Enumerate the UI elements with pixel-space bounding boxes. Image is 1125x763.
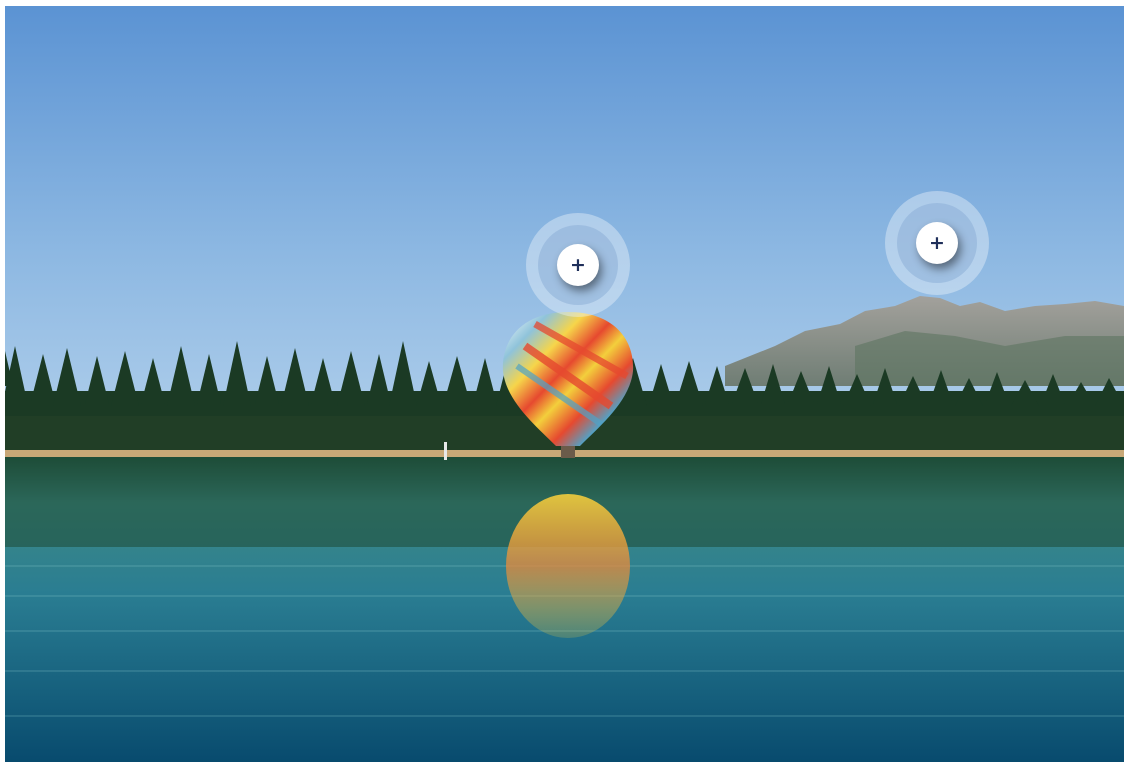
hotspot-balloon-button[interactable]: +: [557, 244, 599, 286]
lake-balloon-photo: [5, 6, 1124, 762]
plus-icon: +: [929, 231, 945, 254]
hotspot-balloon[interactable]: +: [526, 213, 630, 317]
hero-image-frame: + +: [5, 6, 1124, 762]
hotspot-mountain[interactable]: +: [885, 191, 989, 295]
plus-icon: +: [570, 253, 586, 276]
hotspot-mountain-button[interactable]: +: [916, 222, 958, 264]
